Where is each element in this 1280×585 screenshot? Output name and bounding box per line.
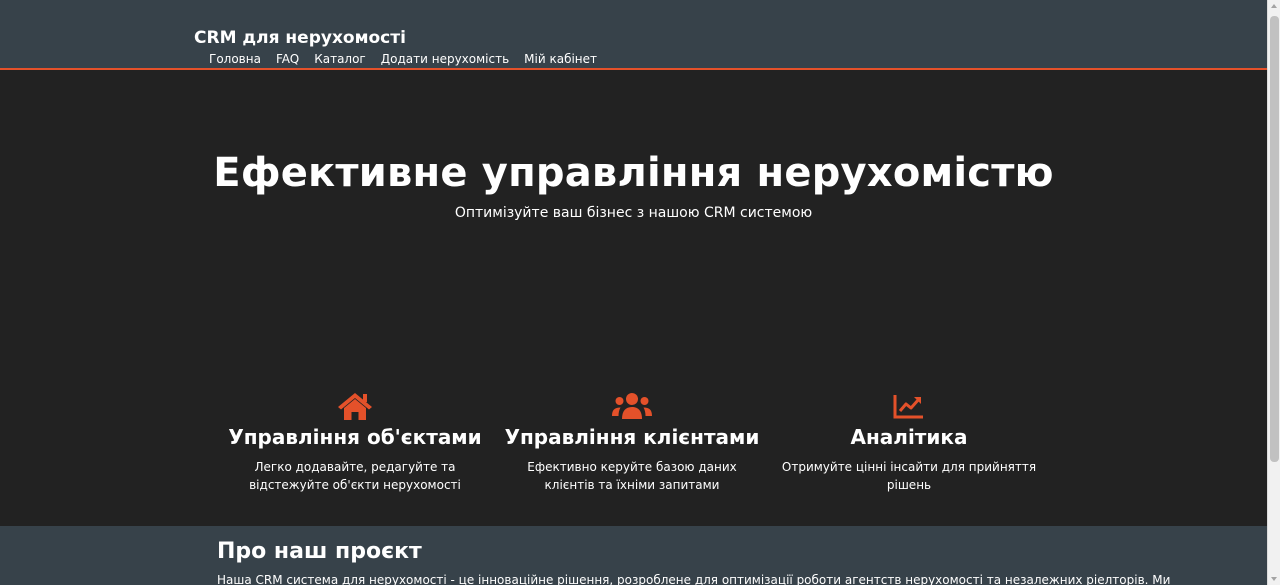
nav-link-my-account[interactable]: Мій кабінет (524, 52, 597, 66)
hero-subtitle: Оптимізуйте ваш бізнес з нашою CRM систе… (454, 205, 813, 221)
about-title: Про наш проєкт (217, 539, 422, 564)
scrollbar-thumb[interactable] (1270, 16, 1279, 462)
nav-link-add-property[interactable]: Додати нерухомість (381, 52, 509, 66)
feature-description: Ефективно керуйте базою даних клієнтів т… (527, 460, 737, 492)
about-text: Наша CRM система для нерухомості - це ін… (217, 573, 1171, 585)
users-icon (502, 392, 762, 422)
nav-link-catalog[interactable]: Каталог (314, 52, 366, 66)
nav-link-faq[interactable]: FAQ (276, 52, 299, 66)
site-header: CRM для нерухомості Головна FAQ Каталог … (0, 0, 1267, 70)
hero-section: Ефективне управління нерухомістю Оптиміз… (0, 70, 1267, 526)
site-brand[interactable]: CRM для нерухомості (194, 28, 406, 48)
feature-analytics: Аналітика Отримуйте цінні інсайти для пр… (779, 392, 1039, 494)
scroll-up-arrow-icon[interactable] (1268, 0, 1280, 12)
chart-line-icon (779, 392, 1039, 422)
feature-title: Управління клієнтами (504, 425, 760, 449)
home-icon (225, 392, 485, 422)
scroll-down-arrow-icon[interactable] (1268, 573, 1280, 585)
feature-clients: Управління клієнтами Ефективно керуйте б… (502, 392, 762, 494)
main-nav: Головна FAQ Каталог Додати нерухомість М… (209, 52, 597, 66)
page-scrollbar[interactable] (1267, 0, 1280, 585)
feature-description: Легко додавайте, редагуйте та відстежуйт… (249, 460, 461, 492)
feature-title: Аналітика (850, 425, 968, 449)
feature-properties: Управління об'єктами Легко додавайте, ре… (225, 392, 485, 494)
hero-title: Ефективне управління нерухомістю (213, 150, 1054, 196)
feature-description: Отримуйте цінні інсайти для прийняття рі… (781, 460, 1037, 492)
nav-link-home[interactable]: Головна (209, 52, 261, 66)
feature-title: Управління об'єктами (228, 425, 482, 449)
about-section: Про наш проєкт Наша CRM система для неру… (0, 526, 1267, 585)
